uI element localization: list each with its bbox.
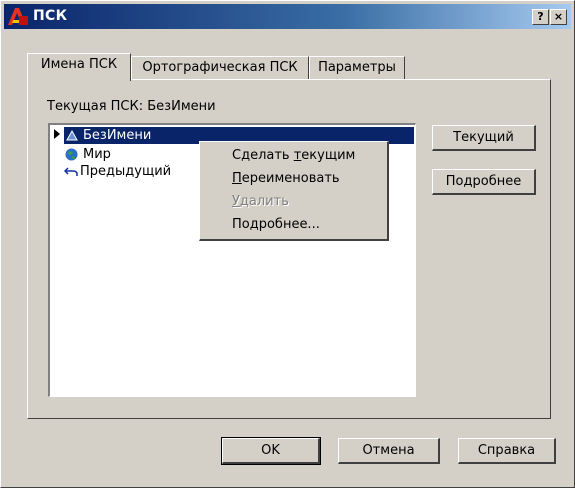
autocad-app-icon [8,8,28,25]
current-ucs-value: БезИмени [147,99,216,114]
tab-ucs-names[interactable]: Имена ПСК [27,53,131,81]
tab-label: Параметры [318,60,396,75]
tab-label: Ортографическая ПСК [142,60,298,75]
help-title-button[interactable]: ? [532,9,549,25]
ok-button[interactable]: OK [221,437,321,465]
help-button[interactable]: Справка [458,438,556,464]
current-ucs-label: Текущая ПСК: БезИмени [47,99,216,114]
menu-item-delete: Удалить [232,194,289,209]
list-item[interactable]: Предыдущий [64,163,214,180]
set-current-button[interactable]: Текущий [432,125,536,151]
unnamed-ucs-icon [66,129,78,141]
selection-arrow-icon [54,129,60,139]
list-item-label: БезИмени [83,128,152,143]
context-menu: Сделать текущим Переименовать Удалить По… [199,141,389,241]
menu-item-rename[interactable]: Переименовать [232,169,340,189]
globe-icon [65,148,78,161]
list-item[interactable]: Мир [64,146,214,163]
title-bar[interactable]: ПСК ? × [4,4,571,29]
undo-arrow-icon [64,167,78,176]
list-item-label: Предыдущий [80,164,172,179]
cancel-button[interactable]: Отмена [338,438,440,464]
tab-label: Имена ПСК [40,57,118,72]
tab-settings[interactable]: Параметры [309,56,405,80]
ucs-dialog: ПСК ? × Имена ПСК Ортографическая ПСК Па… [0,0,575,488]
menu-item-set-current[interactable]: Сделать текущим [232,146,355,166]
menu-item-details[interactable]: Подробнее... [232,215,320,235]
list-item-label: Мир [83,147,111,162]
tab-orthographic-ucs[interactable]: Ортографическая ПСК [131,56,309,80]
details-button[interactable]: Подробнее [432,169,536,195]
close-title-button[interactable]: × [550,9,567,25]
window-title: ПСК [33,8,68,24]
